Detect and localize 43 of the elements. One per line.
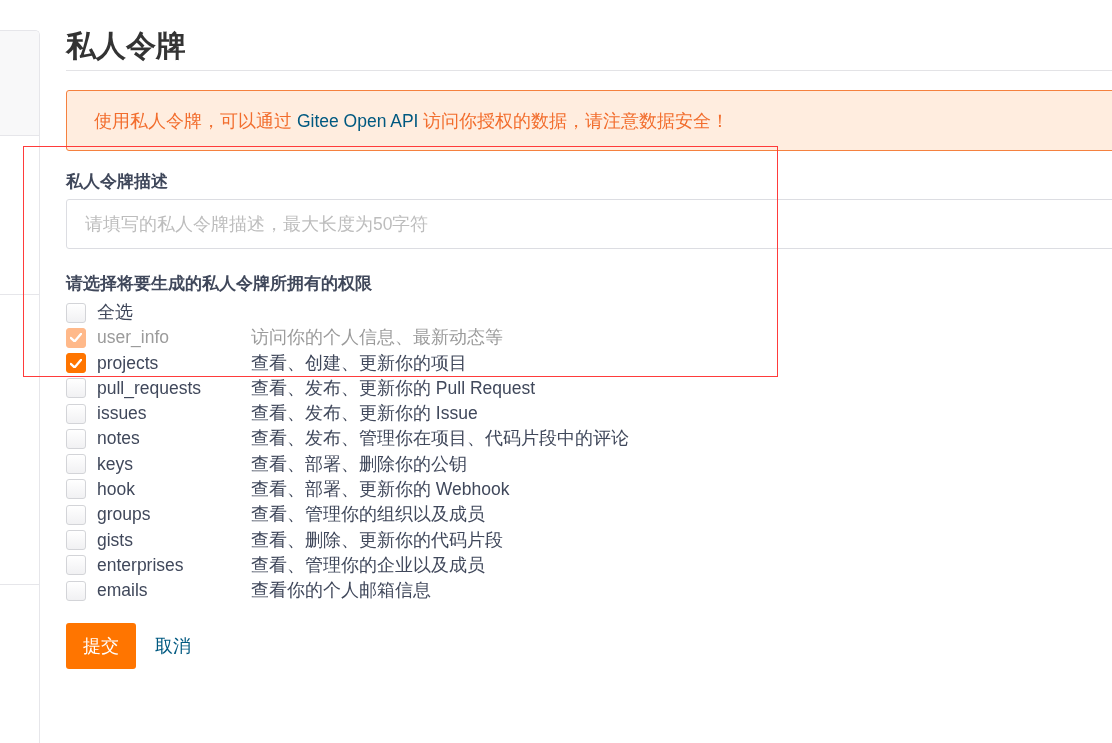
permission-name: enterprises xyxy=(97,554,184,576)
checkbox[interactable] xyxy=(66,555,86,576)
permission-description: 查看、发布、管理你在项目、代码片段中的评论 xyxy=(251,428,629,450)
permission-description: 查看、部署、删除你的公钥 xyxy=(251,453,467,475)
permission-name: emails xyxy=(97,580,148,602)
checkbox[interactable] xyxy=(66,504,86,525)
permission-name: issues xyxy=(97,403,147,425)
api-link[interactable]: Gitee Open API xyxy=(296,110,419,131)
permission-name: notes xyxy=(97,428,140,450)
checkbox[interactable] xyxy=(66,353,86,374)
checkbox[interactable] xyxy=(66,479,86,500)
field-label: 私人令牌描述 xyxy=(66,171,168,193)
checkbox[interactable] xyxy=(66,530,86,550)
permission-description: 查看、发布、更新你的 Issue xyxy=(251,403,478,425)
permission-description: 访问你的个人信息、最新动态等 xyxy=(251,327,503,349)
checkbox[interactable] xyxy=(66,403,86,424)
permission-name: 全选 xyxy=(97,302,133,324)
permission-name: groups xyxy=(97,504,151,526)
permission-description: 查看、管理你的组织以及成员 xyxy=(251,504,485,526)
notice-text: 使用私人令牌，可以通过 Gitee Open API 访问你授权的数据，请注意数据安全！ xyxy=(94,109,730,133)
description-input[interactable]: 请填写的私人令牌描述，最大长度为50字符 xyxy=(66,199,1112,249)
checkbox[interactable] xyxy=(66,580,86,601)
field-label: 请选择将要生成的私人令牌所拥有的权限 xyxy=(66,273,372,295)
checkbox[interactable] xyxy=(66,302,86,323)
permission-description: 查看、发布、更新你的 Pull Request xyxy=(251,377,536,399)
permission-name: pull_requests xyxy=(97,377,202,399)
cancel-link[interactable]: 取消 xyxy=(155,634,191,659)
permission-description: 查看、创建、更新你的项目 xyxy=(251,352,467,374)
permission-description: 查看你的个人邮箱信息 xyxy=(251,580,431,602)
permission-description: 查看、删除、更新你的代码片段 xyxy=(251,529,503,551)
permission-description: 查看、管理你的企业以及成员 xyxy=(251,554,485,576)
checkbox[interactable] xyxy=(66,378,86,399)
checkbox[interactable] xyxy=(66,428,86,449)
page-title: 私人令牌 xyxy=(66,28,186,64)
permission-name: projects xyxy=(97,352,159,374)
checkmark-icon xyxy=(70,333,82,343)
permission-name: user_info xyxy=(97,327,169,349)
permission-name: gists xyxy=(97,529,133,551)
permission-description: 查看、部署、更新你的 Webhook xyxy=(251,479,510,500)
permission-name: hook xyxy=(97,479,135,500)
permission-name: keys xyxy=(97,453,133,475)
checkbox[interactable] xyxy=(66,454,86,475)
checkmark-icon xyxy=(70,358,82,368)
